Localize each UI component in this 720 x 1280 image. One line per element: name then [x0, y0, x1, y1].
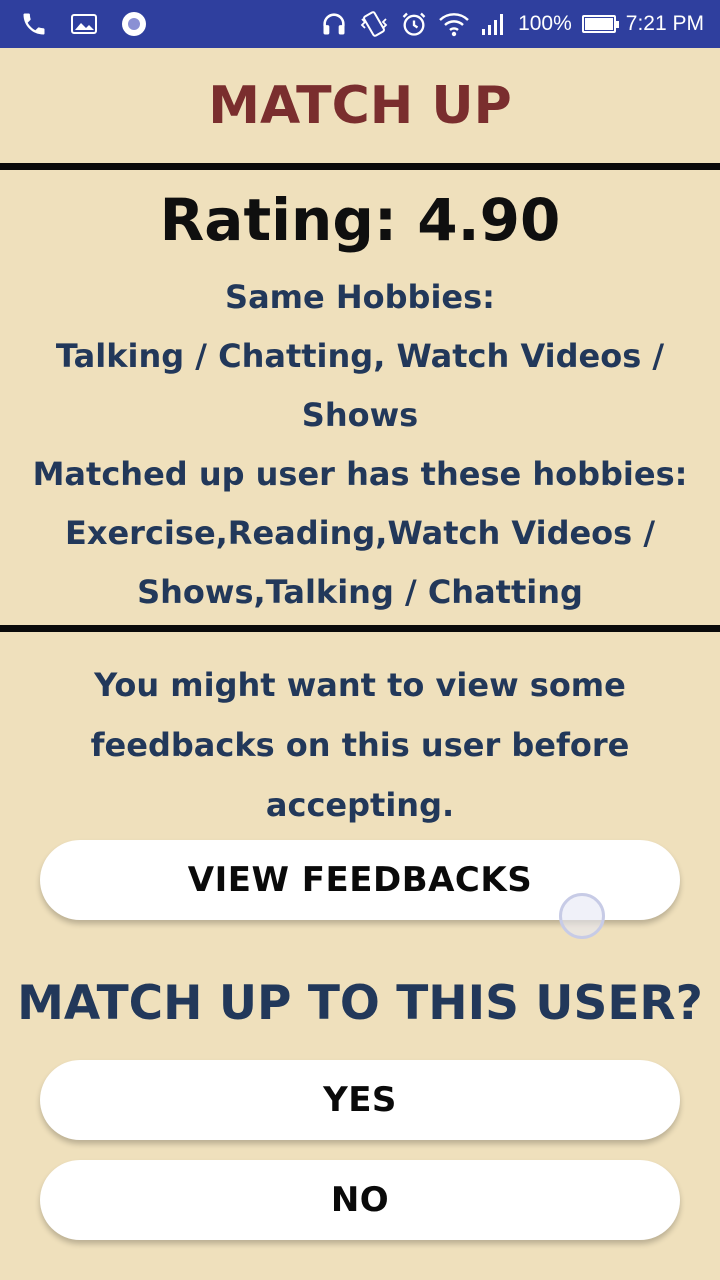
user-hobbies-label: Matched up user has these hobbies:: [32, 455, 688, 493]
yes-button[interactable]: YES: [40, 1060, 680, 1140]
gallery-icon: [70, 12, 98, 36]
signal-icon: [480, 11, 508, 37]
page-title: MATCH UP: [208, 76, 512, 136]
alarm-icon: [400, 10, 428, 38]
user-hobbies-line-1: Exercise,Reading,Watch Videos /: [64, 514, 656, 552]
record-icon: [120, 10, 148, 38]
touch-indicator: [559, 893, 605, 939]
phone-icon: [20, 10, 48, 38]
headphones-icon: [320, 10, 348, 38]
hint-line-2: feedbacks on this user before: [90, 726, 630, 764]
divider-top: [0, 163, 720, 170]
vibrate-icon: [358, 9, 390, 39]
match-info: Rating: 4.90 Same Hobbies: Talking / Cha…: [0, 172, 720, 622]
user-hobbies-line-2: Shows,Talking / Chatting: [137, 573, 583, 611]
feedback-hint: You might want to view some feedbacks on…: [90, 655, 630, 835]
divider-bottom: [0, 625, 720, 632]
status-bar: 100% 7:21 PM: [0, 0, 720, 48]
no-button[interactable]: NO: [40, 1160, 680, 1240]
battery-icon: [581, 15, 619, 33]
hint-line-3: accepting.: [265, 786, 455, 824]
wifi-icon: [438, 10, 470, 38]
hint-line-1: You might want to view some: [94, 666, 626, 704]
same-hobbies-label: Same Hobbies:: [225, 278, 495, 316]
match-question: MATCH UP TO THIS USER?: [17, 976, 703, 1031]
rating-value: Rating: 4.90: [159, 186, 561, 254]
battery-percent: 100%: [518, 12, 572, 35]
clock: 7:21 PM: [625, 12, 704, 35]
same-hobbies-line-2: Shows: [301, 396, 419, 434]
same-hobbies-line-1: Talking / Chatting, Watch Videos /: [55, 337, 665, 375]
